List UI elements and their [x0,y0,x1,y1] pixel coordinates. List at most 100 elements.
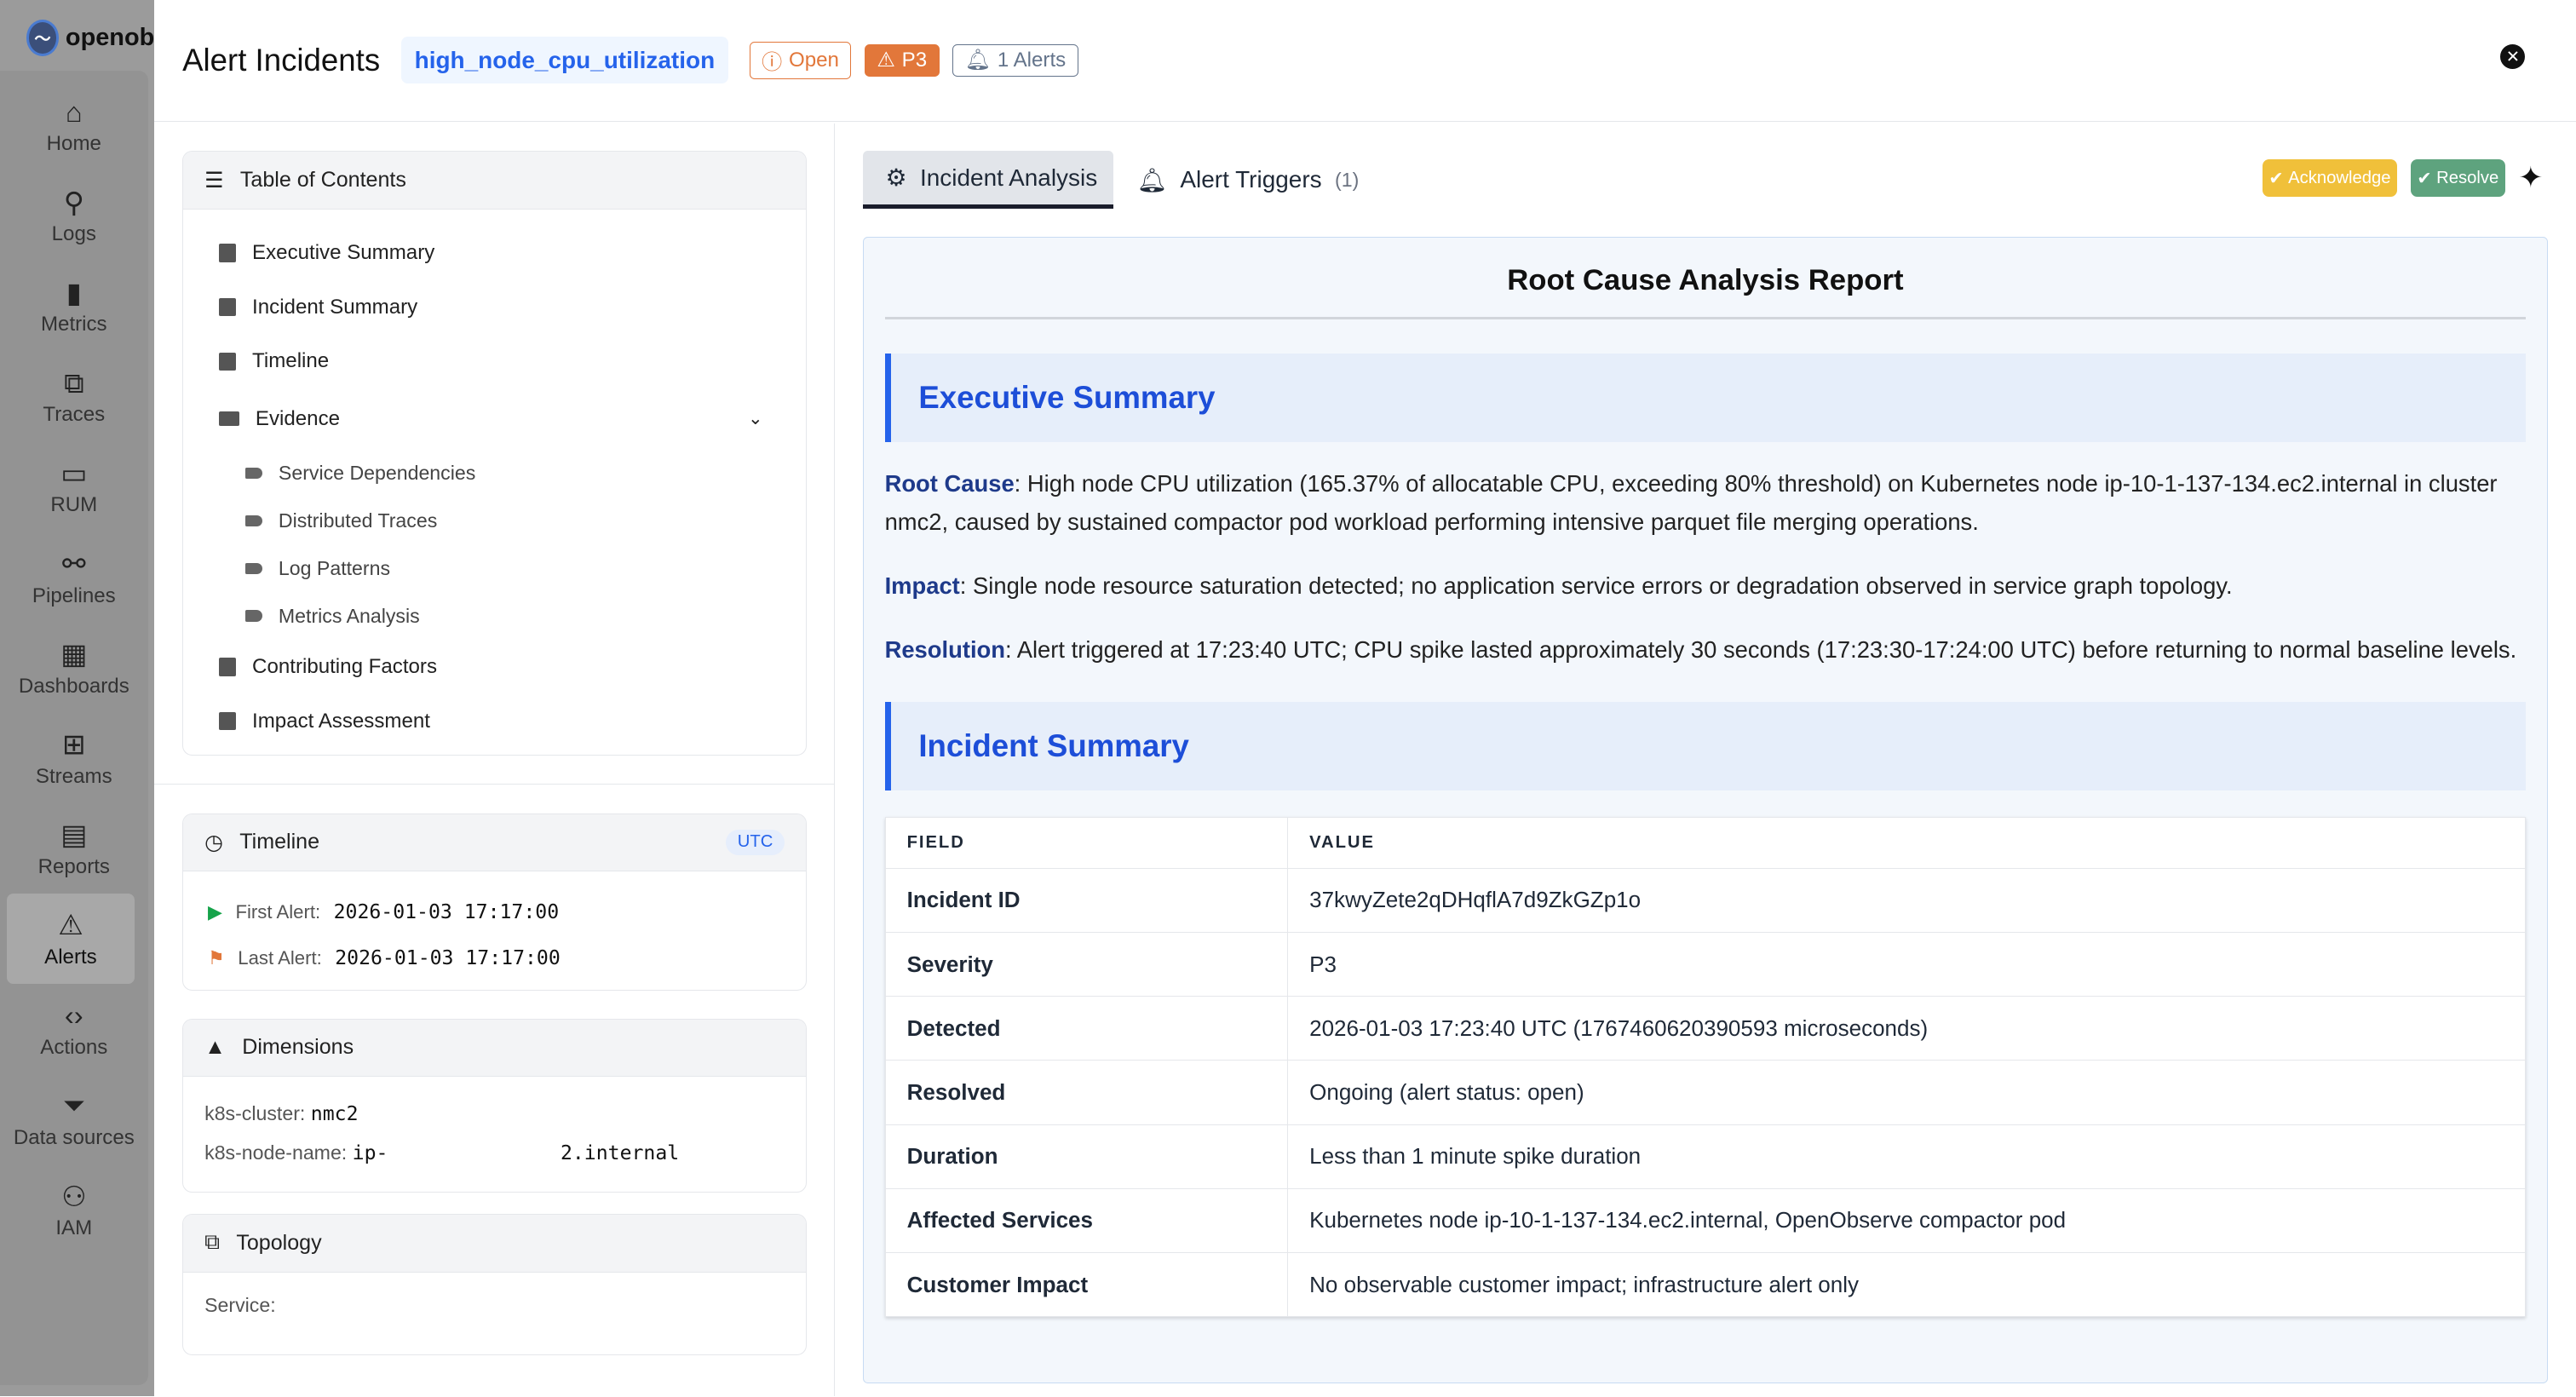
dimensions-card: ▲Dimensions k8s-cluster: nmc2 k8s-node-n… [182,1019,807,1193]
sidebar-item-actions[interactable]: ‹›Actions [0,984,148,1074]
logs-icon: ⚲ [64,187,84,220]
value-cell: P3 [1288,932,2526,996]
impact-paragraph: Impact: Single node resource saturation … [885,567,2527,605]
toc-title: Table of Contents [240,168,406,193]
tab-label: Alert Triggers [1180,166,1321,193]
timezone-badge: UTC [726,830,785,856]
play-icon: ▶ [208,901,222,923]
toc-service-dependencies[interactable]: Service Dependencies [183,449,806,497]
table-row: Affected ServicesKubernetes node ip-10-1… [885,1188,2526,1252]
sidebar-item-traces[interactable]: ⧉Traces [0,352,148,442]
sidebar-item-metrics[interactable]: ▮Metrics [0,262,148,352]
value-cell: Kubernetes node ip-10-1-137-134.ec2.inte… [1288,1188,2526,1252]
alert-name: high_node_cpu_utilization [401,37,727,83]
button-label: Resolve [2436,169,2498,188]
tab-label: Incident Analysis [920,164,1097,192]
sidebar-item-reports[interactable]: ▤Reports [0,803,148,894]
sidebar-item-label: IAM [55,1216,92,1239]
toc-label: Distributed Traces [279,509,437,532]
dashboards-icon: ▦ [60,638,87,671]
clock-icon: ◷ [204,830,223,855]
alerts-icon: ⚠ [58,909,83,942]
tab-incident-analysis[interactable]: ⚙Incident Analysis [863,151,1114,209]
toc-evidence[interactable]: Evidence⌄ [183,388,806,449]
bell-icon: 🔔︎ [1136,166,1167,194]
timeline-title: Timeline [239,830,319,854]
toc-label: Service Dependencies [279,462,475,485]
toc-timeline[interactable]: Timeline [183,334,806,388]
toc-label: Timeline [252,349,329,373]
sidebar-item-rum[interactable]: ▭RUM [0,442,148,532]
topology-title: Topology [236,1231,321,1256]
rum-icon: ▭ [60,457,87,491]
sidebar-item-home[interactable]: ⌂Home [0,80,148,170]
status-text: Open [789,49,839,72]
tab-alert-triggers[interactable]: 🔔︎ Alert Triggers (1) [1113,151,1375,209]
table-row: ResolvedOngoing (alert status: open) [885,1061,2526,1124]
alerts-count-badge: 🔔︎1 Alerts [952,44,1078,78]
sidebar-item-dashboards[interactable]: ▦ Dashboards [0,623,148,713]
toc-contributing-factors[interactable]: Contributing Factors [183,640,806,694]
service-label: Service: [183,1273,806,1338]
sidebar-item-label: Dashboards [19,675,129,698]
sidebar-item-streams[interactable]: ⊞Streams [0,713,148,803]
toc-executive-summary[interactable]: Executive Summary [183,226,806,280]
toc-distributed-traces[interactable]: Distributed Traces [183,497,806,544]
toc-incident-summary[interactable]: Incident Summary [183,280,806,335]
severity-badge: ⚠P3 [865,44,940,78]
table-row: SeverityP3 [885,932,2526,996]
sidebar-nav: ⌂Home⚲Logs▮Metrics⧉Traces▭RUM⚯Pipelines▦… [0,71,148,1385]
sidebar-item-pipelines[interactable]: ⚯Pipelines [0,532,148,623]
sidebar: 〜openob ⌂Home⚲Logs▮Metrics⧉Traces▭RUM⚯Pi… [0,0,154,1396]
acknowledge-button[interactable]: ✔Acknowledge [2263,159,2398,197]
first-alert-label: First Alert: [235,901,320,923]
toc-impact-assessment[interactable]: Impact Assessment [183,694,806,749]
sidebar-item-alerts[interactable]: ⚠Alerts [7,894,135,984]
list-icon: ☰ [204,168,223,193]
chevron-down-icon[interactable]: ⌄ [748,408,763,429]
info-icon: ⓘ [762,45,782,75]
last-alert-label: Last Alert: [238,947,322,969]
value-cell: Ongoing (alert status: open) [1288,1061,2526,1124]
dimension-key: k8s-node-name: [204,1141,347,1164]
tag-icon [245,563,262,575]
report-title: Root Cause Analysis Report [885,238,2527,319]
divider [154,784,833,785]
column-header: VALUE [1288,818,2526,869]
root-cause-paragraph: Root Cause: High node CPU utilization (1… [885,465,2527,541]
toc-log-patterns[interactable]: Log Patterns [183,544,806,592]
severity-text: P3 [902,49,927,72]
streams-icon: ⊞ [62,728,85,762]
dimension-key: k8s-cluster: [204,1102,305,1124]
sidebar-item-label: Traces [43,403,105,426]
tag-icon [245,610,262,622]
text: : Single node resource saturation detect… [960,572,2233,599]
first-alert-value: 2026-01-03 17:17:00 [334,901,560,923]
toc-label: Impact Assessment [252,710,430,733]
tab-count: (1) [1335,169,1359,192]
iam-icon: ⚇ [61,1181,86,1214]
button-label: Acknowledge [2288,169,2390,188]
sidebar-item-iam[interactable]: ⚇IAM [0,1164,148,1255]
dimension-value: ip- [353,1142,388,1164]
sidebar-item-label: Actions [40,1036,107,1059]
toc-label: Contributing Factors [252,655,437,679]
section-heading: Executive Summary [885,354,2527,442]
field-cell: Affected Services [885,1188,1288,1252]
timeline-card: ◷ Timeline UTC ▶ First Alert: 2026-01-03 17:… [182,813,807,991]
dimension-value: nmc2 [311,1103,359,1125]
close-button[interactable]: ✕ [2500,44,2525,69]
resolve-button[interactable]: ✔ Resolve [2411,159,2505,197]
doc-icon [219,353,235,371]
check-circle-icon: ✔ [2417,168,2431,189]
dimension-value-suffix: 2.internal [561,1142,679,1164]
sidebar-item-logs[interactable]: ⚲Logs [0,171,148,262]
toc-metrics-analysis[interactable]: Metrics Analysis [183,592,806,640]
page-title: Alert Incidents [182,43,380,78]
sparkle-icon[interactable]: ✦ [2518,161,2543,195]
column-header: FIELD [885,818,1288,869]
logo[interactable]: 〜openob [0,0,154,66]
folder-icon [219,411,239,426]
sidebar-item-data-sources[interactable]: ⏷Data sources [0,1074,148,1164]
data-sources-icon: ⏷ [63,1089,85,1123]
